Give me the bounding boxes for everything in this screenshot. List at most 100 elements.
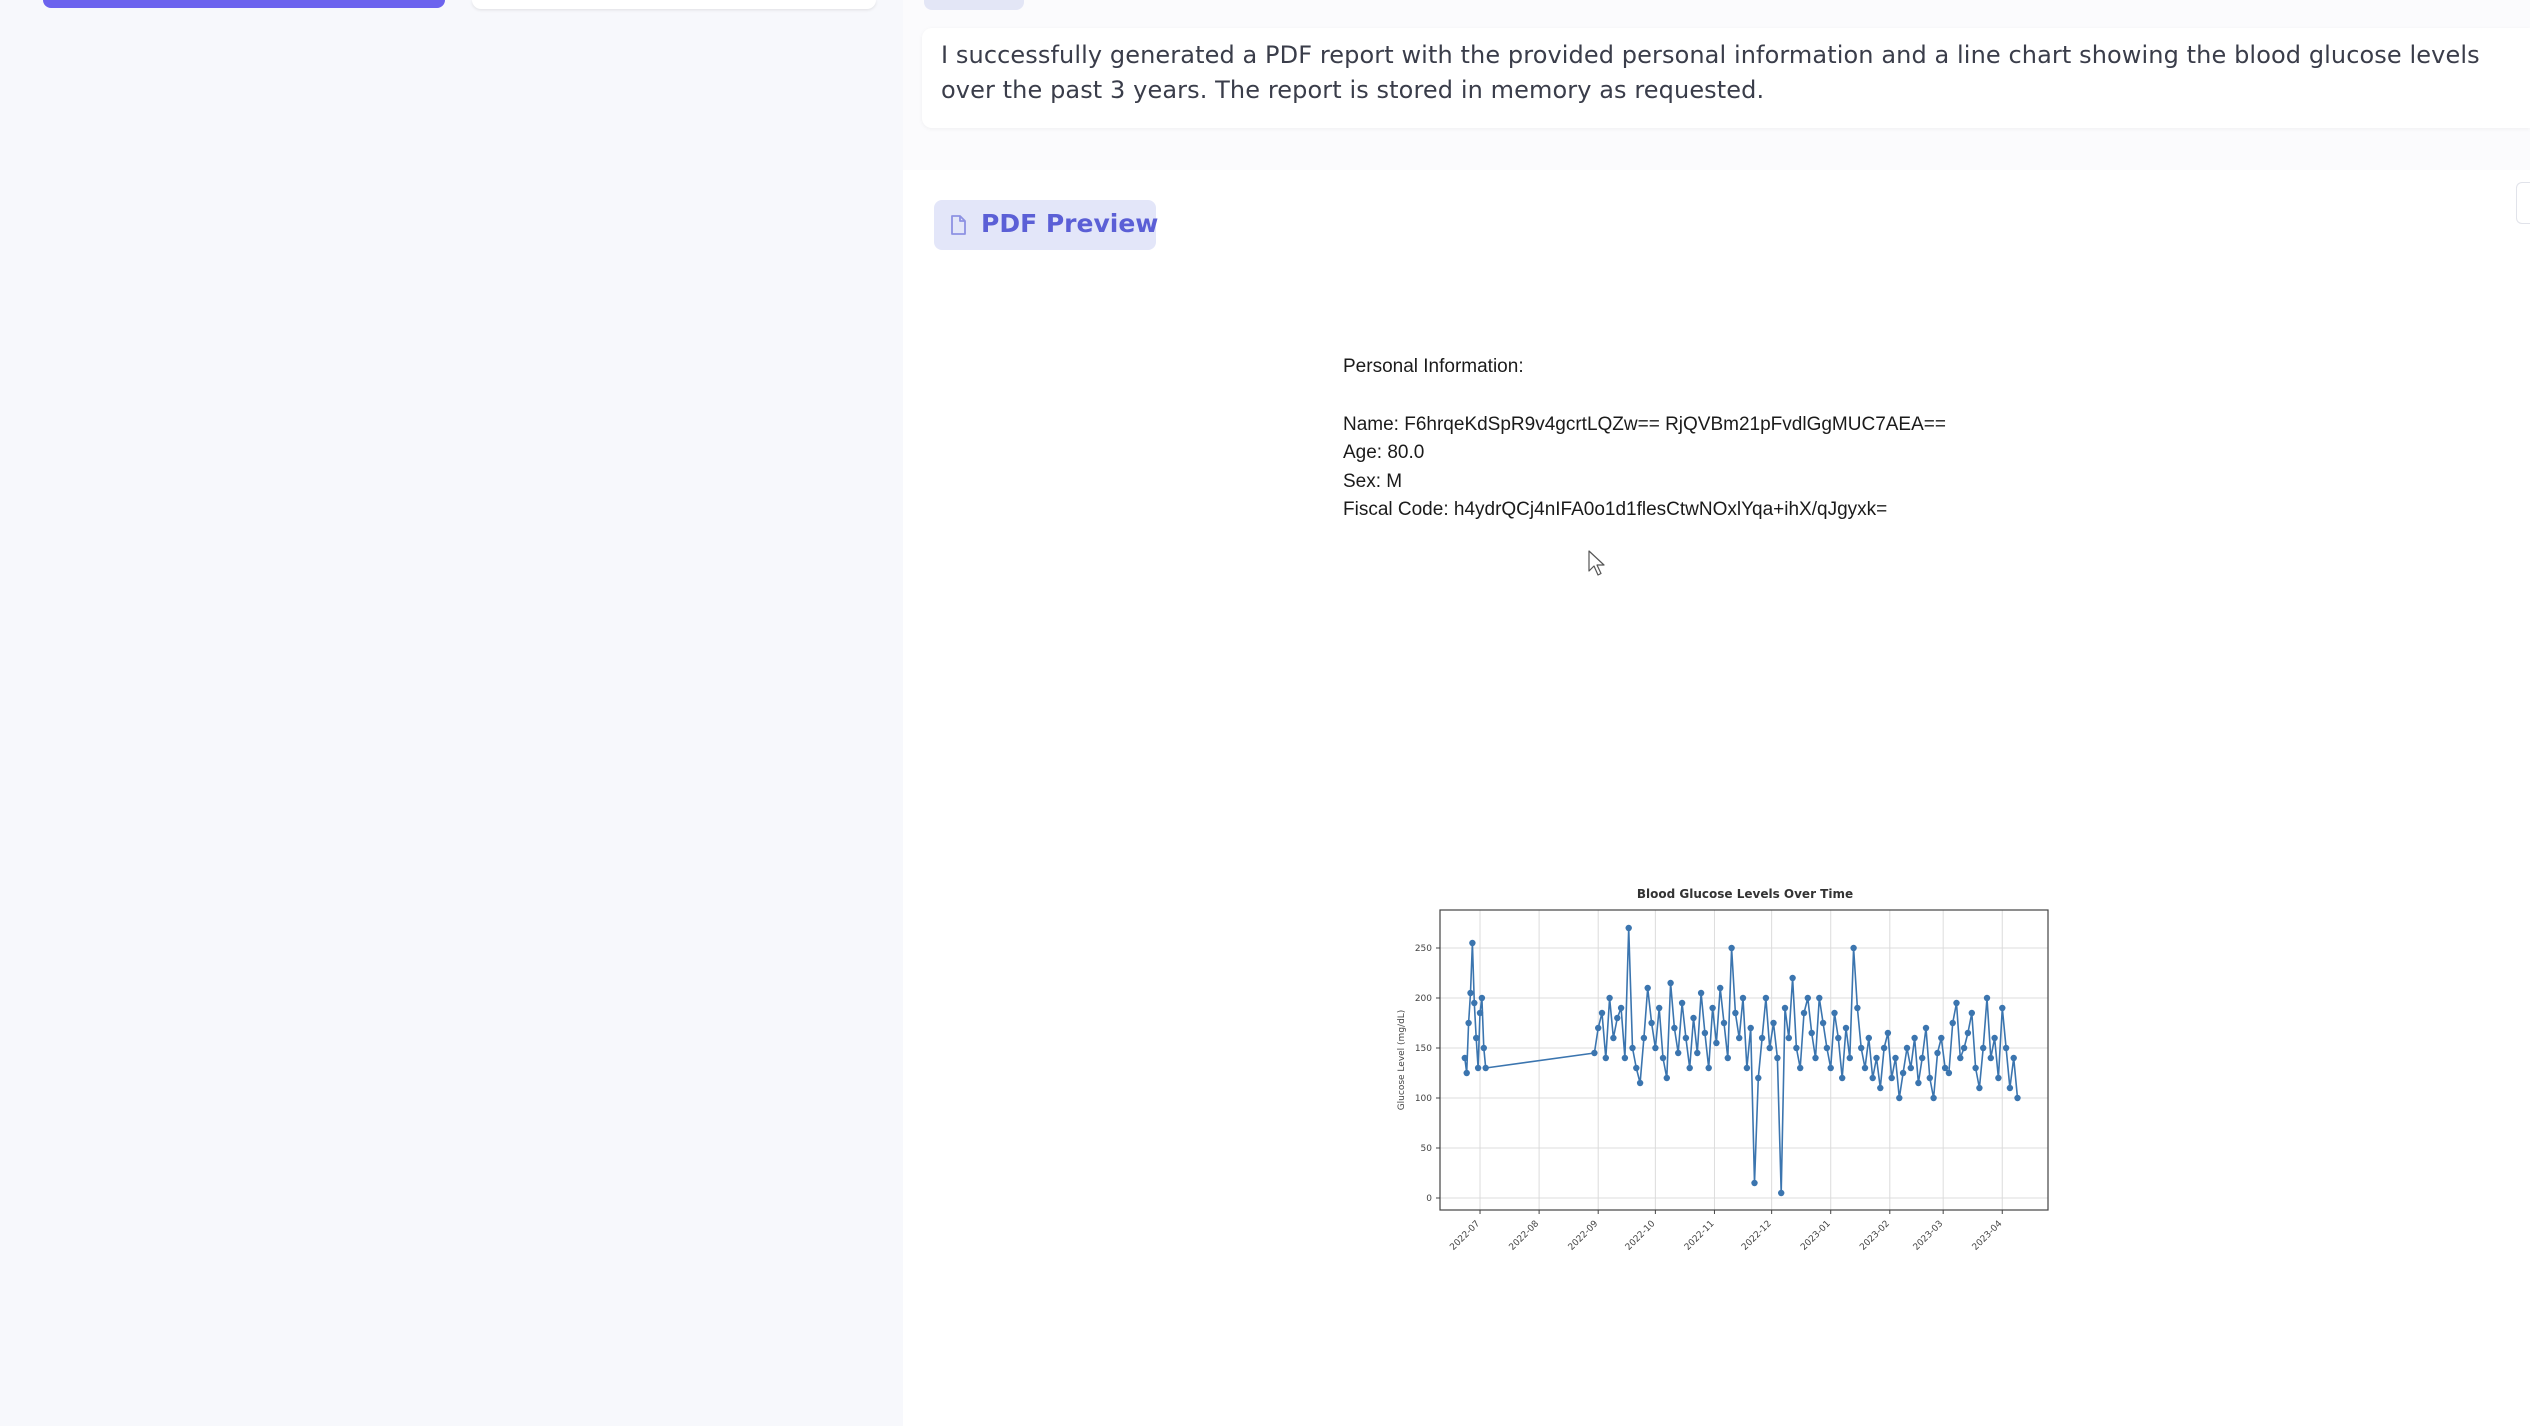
x-tick-label: 2022-09	[1567, 1219, 1601, 1253]
data-point	[1461, 1054, 1468, 1062]
data-point	[1835, 1034, 1842, 1042]
data-point	[1991, 1034, 1998, 1042]
data-point	[1964, 1029, 1972, 1037]
data-point	[1682, 1034, 1690, 1042]
age-line: Age: 80.0	[1343, 442, 1425, 463]
data-point	[1602, 1054, 1609, 1062]
data-point	[1690, 1014, 1697, 1022]
data-point	[1899, 1069, 1907, 1077]
chart-series	[1461, 924, 2021, 1197]
x-tick-label: 2023-04	[1971, 1219, 2005, 1253]
data-point	[1694, 1049, 1701, 1057]
data-point	[1732, 1009, 1739, 1017]
data-point	[1675, 1049, 1682, 1057]
data-point	[1705, 1064, 1712, 1072]
data-point	[1766, 1044, 1773, 1052]
data-point	[1915, 1079, 1922, 1087]
data-point	[1713, 1039, 1720, 1047]
data-point	[1667, 979, 1674, 987]
data-point	[1842, 1024, 1850, 1032]
data-point	[1999, 1004, 2006, 1012]
data-point	[1467, 989, 1474, 997]
y-tick-label: 100	[1415, 1094, 1432, 1104]
x-tick-label: 2023-03	[1912, 1219, 1946, 1253]
data-point	[1774, 1054, 1781, 1062]
data-point	[1720, 1019, 1728, 1027]
data-point	[1778, 1189, 1785, 1197]
data-point	[1949, 1019, 1956, 1027]
data-point	[1819, 1019, 1827, 1027]
data-point	[1797, 1064, 1804, 1072]
data-point	[1804, 994, 1811, 1002]
data-point	[1903, 1044, 1911, 1052]
data-point	[1473, 1034, 1480, 1042]
data-point	[1595, 1024, 1602, 1032]
data-point	[1808, 1029, 1815, 1037]
data-point	[1781, 1004, 1789, 1012]
name-line: Name: F6hrqeKdSpR9v4gcrtLQZw== RjQVBm21p…	[1343, 414, 1946, 435]
data-point	[1960, 1044, 1968, 1052]
data-point	[1724, 1054, 1731, 1062]
y-tick-label: 0	[1426, 1194, 1432, 1204]
data-point	[1659, 1054, 1667, 1062]
data-point	[1896, 1094, 1903, 1102]
data-point	[1480, 1044, 1487, 1052]
data-point	[1701, 1029, 1709, 1037]
data-point	[1478, 994, 1486, 1002]
data-point	[1945, 1069, 1953, 1077]
data-point	[1636, 1079, 1644, 1087]
data-point	[1785, 1034, 1792, 1042]
data-point	[1476, 1009, 1484, 1017]
data-point	[1591, 1049, 1598, 1057]
data-point	[1858, 1044, 1865, 1052]
data-point	[1816, 994, 1823, 1002]
data-point	[1743, 1064, 1751, 1072]
data-point	[1482, 1064, 1489, 1072]
data-point	[1762, 994, 1770, 1002]
x-tick-label: 2023-01	[1799, 1219, 1833, 1253]
data-point	[1892, 1054, 1899, 1062]
data-point	[1648, 1019, 1655, 1027]
data-point	[1770, 1019, 1777, 1027]
data-point	[1873, 1054, 1880, 1062]
data-point	[2002, 1044, 2010, 1052]
message-tab[interactable]	[924, 0, 1024, 10]
data-point	[1812, 1054, 1819, 1062]
data-point	[2014, 1094, 2021, 1102]
data-point	[1465, 1019, 1472, 1027]
data-point	[1747, 1024, 1754, 1032]
data-point	[1930, 1094, 1937, 1102]
data-point	[1850, 944, 1857, 952]
data-point	[1629, 1044, 1636, 1052]
data-point	[1697, 989, 1705, 997]
data-point	[1739, 994, 1747, 1002]
data-point	[1463, 1069, 1470, 1077]
data-point	[1995, 1074, 2002, 1082]
document-icon	[951, 215, 966, 235]
data-point	[1861, 1064, 1869, 1072]
chart-y-label: Glucose Level (mg/dL)	[1397, 1010, 1407, 1111]
data-point	[1717, 984, 1724, 992]
secondary-action-button[interactable]	[472, 0, 876, 9]
panel-edge-handle[interactable]	[2516, 182, 2530, 224]
data-point	[1869, 1074, 1876, 1082]
data-point	[1644, 984, 1651, 992]
data-point	[1839, 1074, 1846, 1082]
left-sidebar	[0, 0, 903, 1426]
primary-action-button[interactable]	[43, 0, 445, 8]
y-tick-label: 250	[1415, 944, 1432, 954]
data-point	[1938, 1034, 1945, 1042]
y-tick-label: 200	[1415, 994, 1432, 1004]
x-tick-label: 2022-08	[1508, 1219, 1542, 1253]
data-point	[1800, 1009, 1808, 1017]
y-tick-label: 50	[1421, 1144, 1433, 1154]
data-point	[1640, 1034, 1648, 1042]
x-tick-label: 2022-11	[1683, 1219, 1717, 1253]
data-point	[1907, 1064, 1914, 1072]
data-point	[1976, 1084, 1983, 1092]
data-point	[1471, 999, 1478, 1007]
data-point	[1709, 1004, 1716, 1012]
data-point	[1926, 1074, 1933, 1082]
data-point	[1827, 1064, 1834, 1072]
x-tick-label: 2022-12	[1740, 1219, 1774, 1253]
